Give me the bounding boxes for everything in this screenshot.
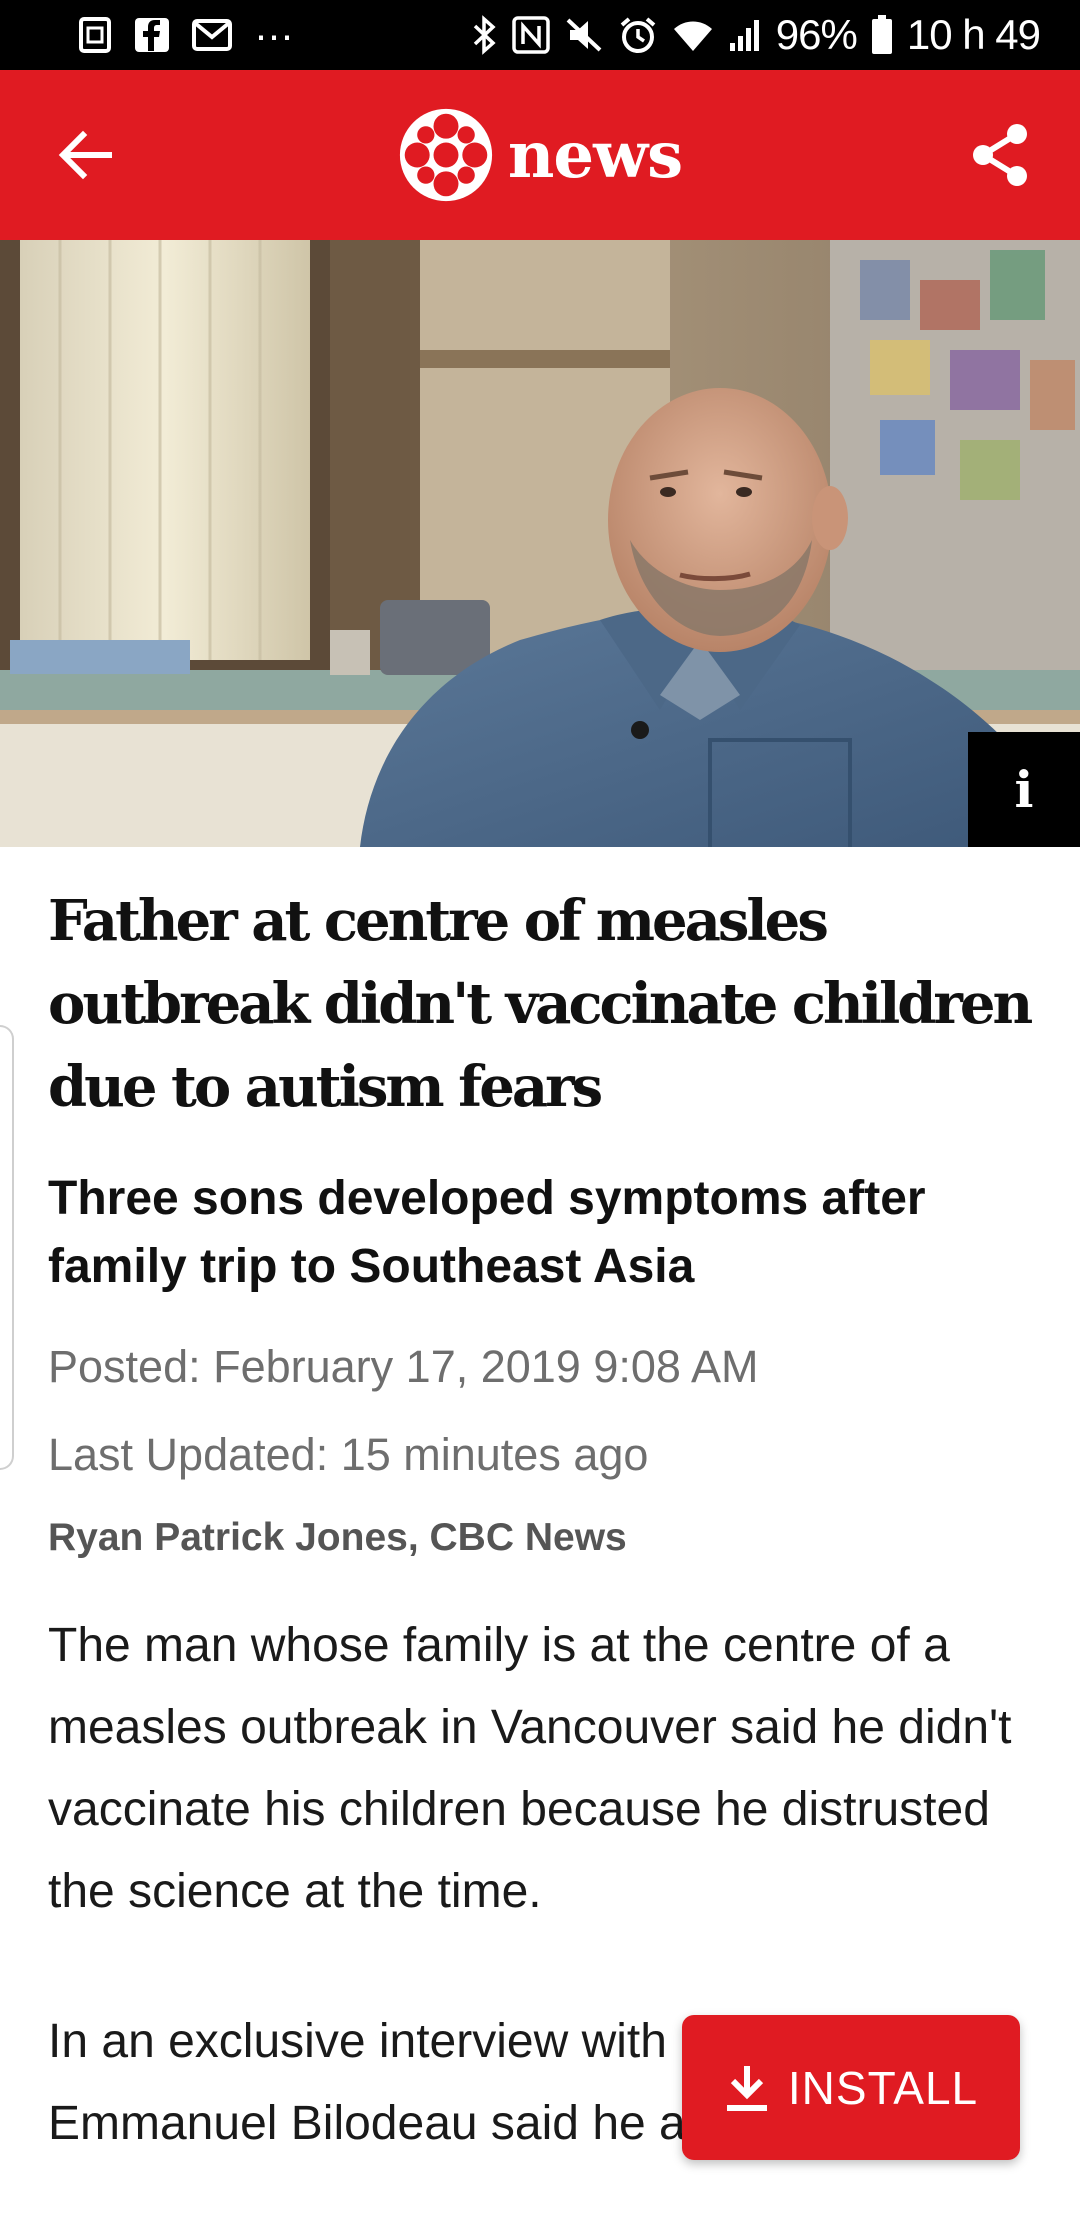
clock: 10 h 49 [906, 11, 1041, 58]
install-button[interactable]: INSTALL [682, 2015, 1020, 2160]
brand-word: news [507, 117, 683, 193]
sim-icon [78, 16, 112, 54]
article: Father at centre of measles outbreak did… [48, 880, 1038, 2165]
last-updated: Last Updated: 15 minutes ago [48, 1429, 649, 1480]
article-subhead: Three sons developed symptoms after fami… [48, 1172, 926, 1293]
overflow-indicator: ··· [254, 11, 294, 58]
share-button[interactable] [960, 115, 1040, 195]
info-button[interactable]: i [968, 732, 1080, 847]
app-bar: news [0, 70, 1080, 240]
hero-photo [0, 240, 1080, 847]
download-icon [726, 2065, 767, 2111]
edge-panel-handle[interactable] [0, 1025, 14, 1470]
alarm-icon [618, 15, 658, 55]
brand-logo: news [398, 107, 683, 203]
status-notifications: ··· [78, 11, 294, 59]
mute-icon [564, 16, 604, 54]
battery-percent: 96% [775, 11, 858, 58]
hero-image: i [0, 240, 1080, 847]
battery-icon [871, 15, 893, 55]
arrow-left-icon [58, 130, 112, 180]
nfc-icon [512, 16, 550, 54]
back-button[interactable] [50, 120, 120, 190]
share-icon [973, 124, 1027, 186]
bluetooth-icon [472, 15, 498, 55]
status-system: 96% 10 h 49 [472, 11, 1041, 59]
posted-date: Posted: February 17, 2019 9:08 AM [48, 1341, 759, 1392]
cbc-gem-icon [399, 108, 492, 202]
article-byline: Ryan Patrick Jones, CBC News [48, 1516, 627, 1559]
install-label: INSTALL [787, 2061, 979, 2114]
wifi-icon [672, 17, 714, 53]
facebook-icon [134, 17, 170, 53]
mail-icon [192, 19, 232, 51]
body-paragraph: The man whose family is at the centre of… [48, 1619, 1012, 1918]
signal-icon [728, 17, 762, 53]
article-headline: Father at centre of measles outbreak did… [48, 888, 1033, 1120]
status-bar: ··· 96% 10 h 49 [0, 0, 1080, 70]
